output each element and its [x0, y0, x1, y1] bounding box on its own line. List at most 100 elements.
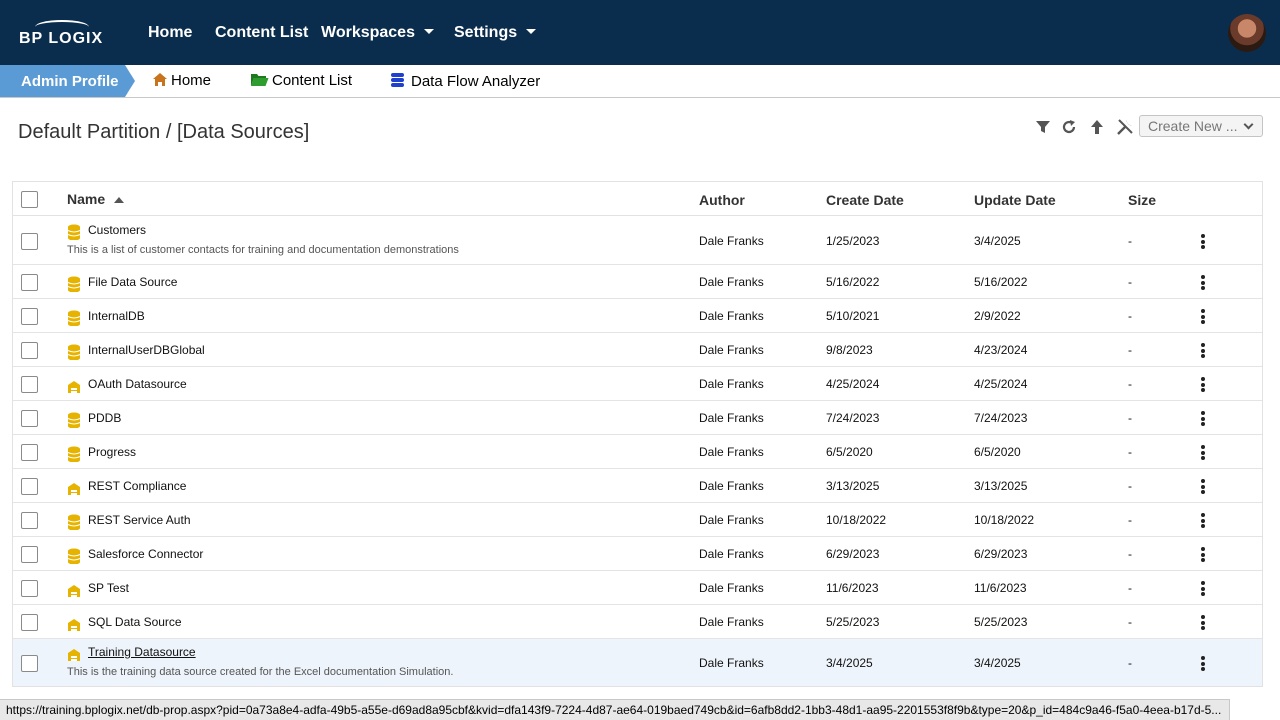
row-author: Dale Franks — [699, 377, 764, 391]
tab-data-flow-analyzer[interactable]: Data Flow Analyzer — [390, 72, 540, 90]
logo-text: BP LOGIX — [19, 30, 104, 47]
select-all-checkbox[interactable] — [21, 191, 38, 208]
row-name-link[interactable]: Training Datasource — [88, 645, 196, 659]
more-options-icon[interactable] — [1201, 547, 1205, 562]
row-update-date: 5/25/2023 — [974, 615, 1028, 629]
table-row[interactable]: SQL Data Source Dale Franks 5/25/2023 5/25/… — [13, 605, 1262, 639]
table-row[interactable]: OAuth Datasource Dale Franks 4/25/2024 4/25… — [13, 367, 1262, 401]
more-options-icon[interactable] — [1201, 615, 1205, 630]
row-name-link[interactable]: PDDB — [88, 411, 121, 425]
table-row[interactable]: Progress Dale Franks 6/5/2020 6/5/2020 - — [13, 435, 1262, 469]
row-checkbox[interactable] — [21, 546, 38, 563]
more-options-icon[interactable] — [1201, 445, 1205, 460]
row-size: - — [1128, 547, 1132, 561]
table-row[interactable]: REST Service Auth Dale Franks 10/18/2022 10… — [13, 503, 1262, 537]
database-icon — [67, 310, 81, 326]
filter-icon[interactable] — [1034, 118, 1052, 136]
row-name-link[interactable]: SP Test — [88, 581, 129, 595]
row-create-date: 1/25/2023 — [826, 234, 880, 248]
page-title: Default Partition / [Data Sources] — [18, 121, 310, 143]
more-options-icon[interactable] — [1201, 309, 1205, 324]
row-create-date: 6/29/2023 — [826, 547, 880, 561]
row-name-link[interactable]: File Data Source — [88, 275, 177, 289]
row-checkbox[interactable] — [21, 376, 38, 393]
column-header-create-date[interactable]: Create Date — [826, 192, 904, 208]
row-update-date: 5/16/2022 — [974, 275, 1028, 289]
row-checkbox[interactable] — [21, 580, 38, 597]
more-options-icon[interactable] — [1201, 377, 1205, 392]
row-checkbox[interactable] — [21, 655, 38, 672]
row-checkbox[interactable] — [21, 410, 38, 427]
row-checkbox[interactable] — [21, 614, 38, 631]
row-checkbox[interactable] — [21, 444, 38, 461]
more-options-icon[interactable] — [1201, 656, 1205, 671]
row-name-link[interactable]: InternalDB — [88, 309, 145, 323]
more-options-icon[interactable] — [1201, 581, 1205, 596]
nav-settings[interactable]: Settings — [454, 24, 537, 42]
create-new-dropdown[interactable]: Create New ... — [1139, 115, 1263, 137]
refresh-icon[interactable] — [1060, 118, 1078, 136]
nav-home[interactable]: Home — [148, 24, 192, 42]
more-options-icon[interactable] — [1201, 513, 1205, 528]
status-bar-url: https://training.bplogix.net/db-prop.asp… — [0, 699, 1231, 720]
column-header-author[interactable]: Author — [699, 192, 745, 208]
database-icon — [67, 446, 81, 462]
row-checkbox[interactable] — [21, 233, 38, 250]
tab-home[interactable]: Home — [152, 72, 211, 89]
row-name-link[interactable]: SQL Data Source — [88, 615, 182, 629]
more-options-icon[interactable] — [1201, 234, 1205, 249]
table-row[interactable]: InternalDB Dale Franks 5/10/2021 2/9/2022 - — [13, 299, 1262, 333]
table-row[interactable]: Customers This is a list of customer cont… — [13, 217, 1262, 265]
nav-content-list[interactable]: Content List — [215, 24, 308, 42]
tab-content-list[interactable]: Content List — [250, 72, 352, 89]
table-row[interactable]: File Data Source Dale Franks 5/16/2022 5/16… — [13, 265, 1262, 299]
row-update-date: 11/6/2023 — [974, 581, 1027, 595]
row-name-link[interactable]: REST Compliance — [88, 479, 186, 493]
tab-data-flow-analyzer-label: Data Flow Analyzer — [411, 73, 541, 90]
row-create-date: 11/6/2023 — [826, 581, 879, 595]
row-name-link[interactable]: Salesforce Connector — [88, 547, 203, 561]
row-name-link[interactable]: InternalUserDBGlobal — [88, 343, 205, 357]
warehouse-icon — [68, 585, 80, 597]
row-author: Dale Franks — [699, 513, 764, 527]
arrow-up-icon[interactable] — [1088, 118, 1106, 136]
row-update-date: 3/4/2025 — [974, 656, 1021, 670]
table-row[interactable]: REST Compliance Dale Franks 3/13/2025 3/13/… — [13, 469, 1262, 503]
row-author: Dale Franks — [699, 309, 764, 323]
stack-icon — [391, 73, 404, 87]
row-author: Dale Franks — [699, 343, 764, 357]
bp-logix-logo[interactable]: BP LOGIX — [19, 19, 109, 49]
row-create-date: 3/13/2025 — [826, 479, 880, 493]
tools-icon[interactable] — [1116, 118, 1134, 136]
nav-workspaces[interactable]: Workspaces — [321, 24, 434, 42]
column-header-name[interactable]: Name — [67, 191, 125, 207]
row-size: - — [1128, 615, 1132, 629]
row-name-link[interactable]: Progress — [88, 445, 136, 459]
row-checkbox[interactable] — [21, 308, 38, 325]
user-avatar[interactable] — [1228, 14, 1266, 52]
table-row[interactable]: InternalUserDBGlobal Dale Franks 9/8/2023 4… — [13, 333, 1262, 367]
tab-home-label: Home — [171, 72, 212, 89]
row-checkbox[interactable] — [21, 274, 38, 291]
row-checkbox[interactable] — [21, 478, 38, 495]
row-name-link[interactable]: Customers — [88, 223, 146, 237]
row-checkbox[interactable] — [21, 342, 38, 359]
warehouse-icon — [68, 381, 80, 393]
column-header-size[interactable]: Size — [1128, 192, 1156, 208]
table-row[interactable]: Salesforce Connector Dale Franks 6/29/2023… — [13, 537, 1262, 571]
row-create-date: 4/25/2024 — [826, 377, 880, 391]
row-author: Dale Franks — [699, 445, 764, 459]
row-name-link[interactable]: REST Service Auth — [88, 513, 191, 527]
warehouse-icon — [68, 649, 80, 661]
row-checkbox[interactable] — [21, 512, 38, 529]
more-options-icon[interactable] — [1201, 343, 1205, 358]
column-header-update-date[interactable]: Update Date — [974, 192, 1056, 208]
table-row[interactable]: SP Test Dale Franks 11/6/2023 11/6/2023 - — [13, 571, 1262, 605]
more-options-icon[interactable] — [1201, 479, 1205, 494]
more-options-icon[interactable] — [1201, 275, 1205, 290]
table-row[interactable]: Training Datasource This is the training … — [13, 639, 1262, 686]
row-name-link[interactable]: OAuth Datasource — [88, 377, 187, 391]
more-options-icon[interactable] — [1201, 411, 1205, 426]
table-row[interactable]: PDDB Dale Franks 7/24/2023 7/24/2023 - — [13, 401, 1262, 435]
tab-admin-profile[interactable]: Admin Profile — [0, 65, 135, 97]
